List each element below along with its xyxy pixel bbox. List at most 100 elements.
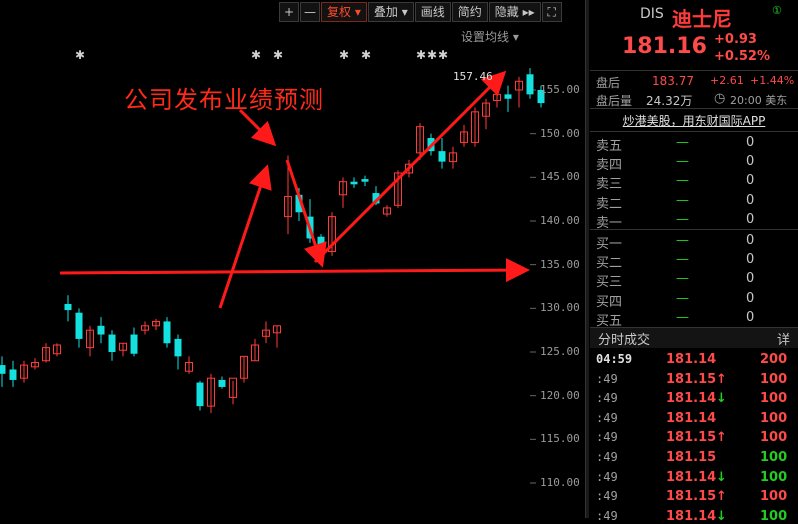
ma-settings-link[interactable]: 设置均线 ▾	[461, 28, 519, 45]
trade-volume: 100	[760, 391, 788, 407]
quote-panel: DIS 迪士尼 ① 181.16 +0.93 +0.52% 盘后 183.77 …	[590, 0, 798, 524]
after-hours-label: 盘后	[596, 76, 621, 90]
candle-body-down	[504, 94, 512, 99]
order-book-qty: 0	[746, 211, 755, 227]
overlay-button[interactable]: 叠加 ▾	[367, 2, 414, 22]
annotation-arrow	[313, 70, 507, 264]
order-book-label: 卖五	[596, 139, 623, 154]
change-pct: +0.52%	[714, 49, 770, 64]
order-book-dash: —	[676, 154, 689, 170]
zoom-in-button[interactable]: +	[279, 2, 299, 22]
divider	[590, 131, 798, 132]
event-star-icon[interactable]: ✱	[438, 48, 448, 62]
event-star-icon[interactable]: ✱	[251, 48, 261, 62]
candle-body-down	[130, 334, 138, 354]
candle-body-down	[64, 303, 72, 311]
candle-body-down	[218, 379, 226, 387]
order-book-qty: 0	[746, 309, 755, 325]
order-book-qty: 0	[746, 252, 755, 268]
order-book-label: 买四	[596, 294, 623, 310]
trade-volume: 100	[760, 469, 788, 485]
expand-icon: ▸▸	[522, 5, 535, 19]
order-book-label: 买一	[596, 237, 623, 252]
trade-price: 181.15	[666, 450, 717, 465]
chevron-down-icon: ▾	[401, 5, 408, 19]
arrow-up-icon: ↑	[716, 371, 727, 387]
trade-time: :49	[596, 430, 618, 445]
y-tick-label: 145.00	[540, 170, 580, 184]
trade-volume: 100	[760, 450, 788, 465]
y-tick-label: 150.00	[540, 126, 580, 140]
market-time: 20:00 美东	[730, 94, 788, 107]
divider	[590, 108, 798, 109]
arrow-up-icon: ↑	[716, 430, 727, 446]
trades-title: 分时成交	[598, 333, 651, 348]
draw-line-button[interactable]: 画线	[414, 2, 451, 22]
order-book-label: 卖三	[596, 177, 623, 193]
trade-volume: 100	[760, 410, 788, 426]
after-hours-volume-label: 盘后量	[596, 94, 633, 108]
order-book-dash: —	[676, 309, 689, 325]
order-book-label: 卖二	[596, 196, 623, 212]
candle-body-down	[0, 365, 6, 374]
kline-chart[interactable]: + — 复权 ▾ 叠加 ▾ 画线 简约 隐藏 ▸▸ ⛶ 设置均线 ▾ 公司发布业…	[0, 0, 585, 518]
order-book-dash: —	[676, 173, 689, 189]
arrow-up-icon: ↑	[716, 489, 727, 505]
order-book-dash: —	[676, 252, 689, 268]
fullscreen-icon[interactable]: ⛶	[541, 2, 562, 22]
trade-volume: 100	[760, 430, 788, 446]
y-tick-label: 125.00	[540, 345, 580, 358]
annotation-arrow	[59, 258, 530, 283]
candle-body-down	[108, 334, 116, 352]
trades-detail-button[interactable]: 详	[777, 329, 790, 348]
candle-body-down	[361, 179, 369, 182]
order-book-qty: 0	[746, 233, 755, 248]
kline-svg[interactable]	[0, 0, 585, 518]
order-book-dash: —	[676, 192, 689, 208]
stock-name: 迪士尼	[672, 7, 732, 31]
after-hours-price: 183.77	[652, 74, 694, 88]
trade-price: 181.14	[666, 410, 717, 426]
adjust-price-button[interactable]: 复权 ▾	[321, 2, 367, 22]
order-book-qty: 0	[746, 290, 755, 306]
y-tick-label: 140.00	[540, 214, 580, 227]
peak-price-label: 157.46	[453, 70, 493, 83]
order-book-dash: —	[676, 233, 689, 248]
trade-time: :49	[596, 469, 618, 484]
trade-price: 181.14	[666, 508, 717, 524]
candle-body-down	[196, 382, 204, 407]
event-star-icon[interactable]: ✱	[339, 48, 349, 62]
trade-price: 181.14	[666, 469, 717, 485]
event-star-icon[interactable]: ✱	[416, 48, 426, 62]
y-tick-label: 155.00	[540, 83, 580, 96]
simple-mode-button[interactable]: 简约	[451, 2, 488, 22]
last-price: 181.16	[622, 34, 707, 59]
panel-divider[interactable]	[585, 0, 589, 518]
change-abs: +0.93	[714, 32, 757, 47]
ticker-symbol: DIS	[640, 6, 664, 22]
trade-time: :49	[596, 508, 618, 523]
overlay-label: 叠加	[373, 5, 398, 19]
zoom-out-button[interactable]: —	[300, 2, 320, 22]
event-star-icon[interactable]: ✱	[273, 48, 283, 62]
candle-body-down	[438, 151, 446, 162]
after-hours-volume: 24.32万	[646, 94, 693, 108]
after-hours-pct: +1.44%	[750, 74, 795, 87]
divider	[590, 70, 798, 71]
y-tick-label: 120.00	[540, 388, 580, 402]
y-tick-label: 115.00	[540, 432, 580, 446]
event-star-icon[interactable]: ✱	[75, 48, 85, 62]
ad-link[interactable]: 炒港美股，用东财国际APP	[590, 112, 798, 129]
chart-toolbar: + — 复权 ▾ 叠加 ▾ 画线 简约 隐藏 ▸▸ ⛶	[278, 2, 562, 22]
arrow-down-icon: ↓	[716, 469, 727, 485]
hide-button[interactable]: 隐藏 ▸▸	[488, 2, 541, 22]
event-star-icon[interactable]: ✱	[427, 48, 437, 62]
event-star-icon[interactable]: ✱	[361, 48, 371, 62]
trade-volume: 100	[760, 489, 788, 505]
candle-body-down	[9, 369, 17, 380]
trade-volume: 100	[760, 371, 788, 387]
order-book-split	[590, 229, 798, 230]
info-icon[interactable]: ①	[772, 4, 782, 17]
order-book-label: 卖一	[596, 215, 623, 231]
trade-time: :49	[596, 450, 618, 464]
